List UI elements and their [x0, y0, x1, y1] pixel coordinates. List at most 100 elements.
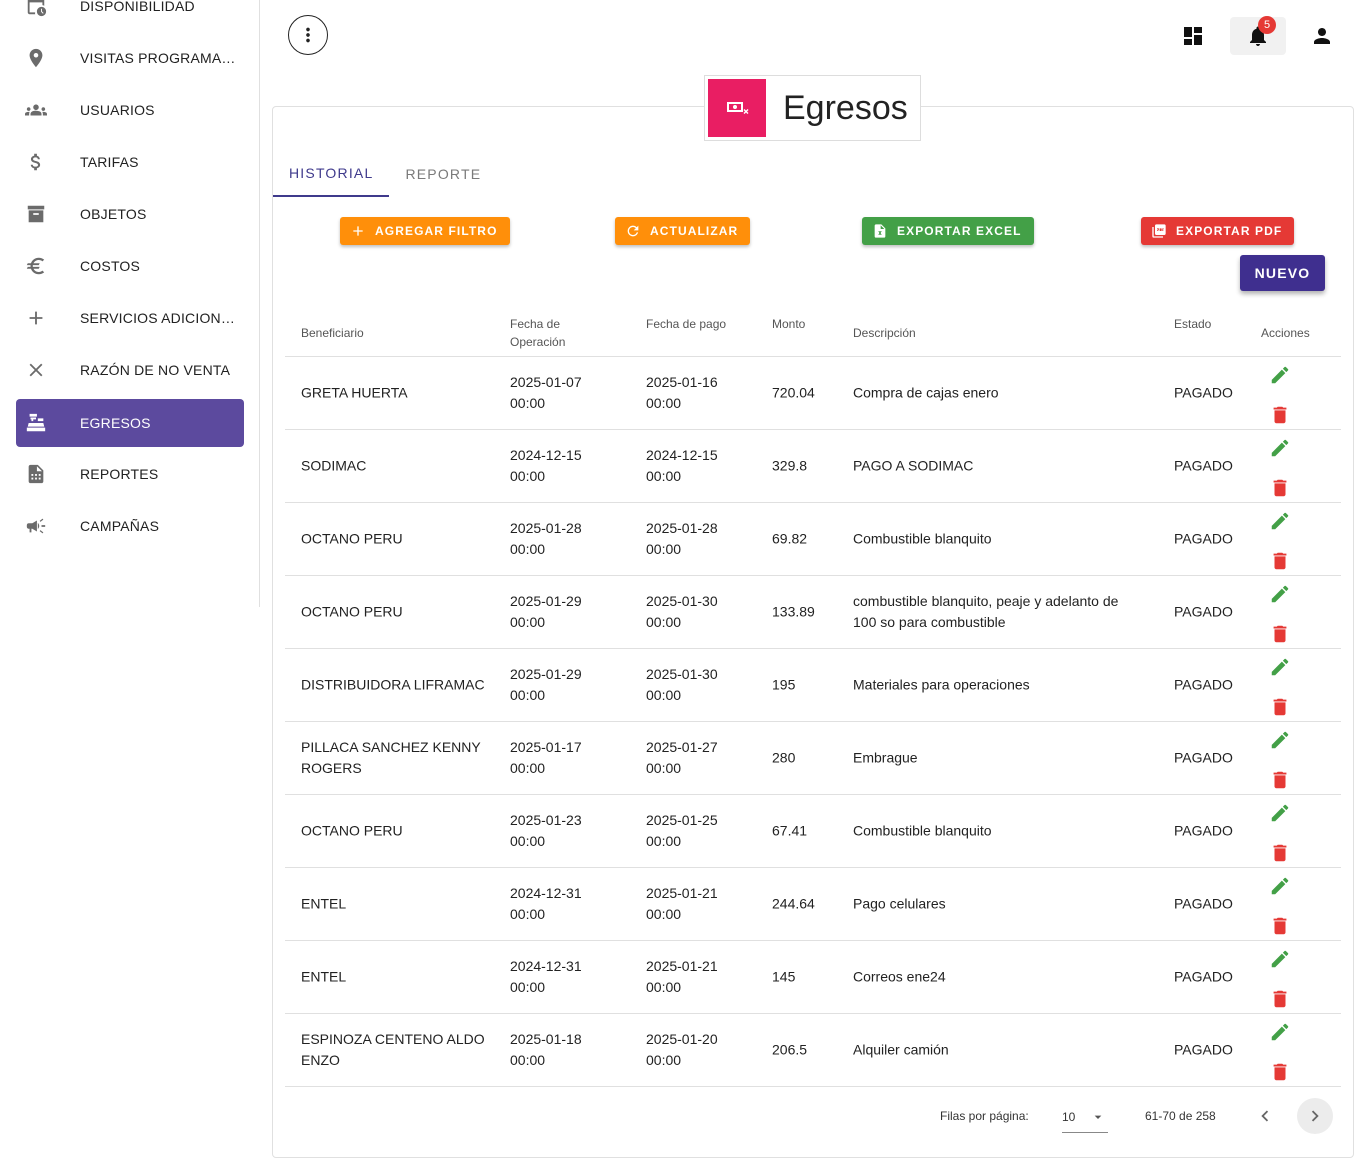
cell-fecha-operacion-line: 2025-01-29: [510, 666, 582, 682]
delete-icon[interactable]: [1269, 477, 1291, 504]
cell-beneficiario-line: ESPINOZA CENTENO ALDO: [301, 1031, 485, 1047]
delete-icon[interactable]: [1269, 988, 1291, 1015]
cell-fecha-operacion-line: 00:00: [510, 833, 546, 849]
cell-fecha-operacion-line: 2025-01-17: [510, 739, 582, 755]
cell-estado: PAGADO: [1174, 457, 1233, 474]
cell-fecha-operacion: 2025-01-29 00:00: [510, 664, 582, 706]
add-filter-button[interactable]: AGREGAR FILTRO: [340, 217, 510, 245]
next-page-button[interactable]: [1297, 1098, 1333, 1134]
edit-icon[interactable]: [1269, 875, 1291, 902]
cell-fecha-pago-line: 2025-01-16: [646, 374, 718, 390]
cell-estado: PAGADO: [1174, 530, 1233, 547]
cell-fecha-pago-line: 2025-01-28: [646, 520, 718, 536]
header-acciones: Acciones: [1261, 326, 1310, 340]
cell-descripcion: PAGO A SODIMAC: [853, 456, 973, 477]
cell-descripcion-line: Embrague: [853, 749, 918, 766]
cell-fecha-pago-line: 2024-12-15: [646, 447, 718, 463]
sidebar-item-label: USUARIOS: [80, 102, 155, 118]
delete-icon[interactable]: [1269, 550, 1291, 577]
cell-beneficiario-line: GRETA HUERTA: [301, 384, 408, 401]
cell-descripcion: Combustible blanquito: [853, 529, 992, 550]
cell-fecha-operacion: 2025-01-07 00:00: [510, 372, 582, 414]
add-filter-label: AGREGAR FILTRO: [375, 224, 498, 238]
account-button[interactable]: [1303, 17, 1341, 55]
cell-fecha-pago-line: 00:00: [646, 468, 682, 484]
cell-fecha-pago-line: 00:00: [646, 979, 682, 995]
euro-icon: [16, 255, 56, 277]
edit-icon[interactable]: [1269, 364, 1291, 391]
cell-fecha-operacion-line: 2025-01-28: [510, 520, 582, 536]
header-estado[interactable]: Estado: [1174, 315, 1211, 333]
sidebar-item-label: DISPONIBILIDAD: [80, 0, 195, 14]
edit-icon[interactable]: [1269, 1021, 1291, 1048]
cell-fecha-operacion-line: 00:00: [510, 1052, 546, 1068]
cell-descripcion-line: 100 so para combustible: [853, 614, 1006, 630]
tab-reporte[interactable]: REPORTE: [389, 150, 497, 197]
sidebar-item-usuarios[interactable]: USUARIOS: [16, 86, 244, 134]
header-beneficiario[interactable]: Beneficiario: [301, 324, 364, 342]
sidebar-item-label: RAZÓN DE NO VENTA: [80, 362, 231, 378]
delete-icon[interactable]: [1269, 696, 1291, 723]
rows-per-page-select[interactable]: 10: [1062, 1101, 1108, 1133]
edit-icon[interactable]: [1269, 510, 1291, 537]
cell-beneficiario: PILLACA SANCHEZ KENNY ROGERS: [301, 737, 481, 779]
cell-fecha-pago: 2025-01-25 00:00: [646, 810, 718, 852]
cell-beneficiario: SODIMAC: [301, 456, 366, 477]
table-row: OCTANO PERU 2025-01-28 00:00 2025-01-28 00:0…: [285, 503, 1341, 576]
cell-beneficiario: ENTEL: [301, 967, 346, 988]
sidebar-item-tarifas[interactable]: TARIFAS: [16, 138, 244, 186]
cell-estado: PAGADO: [1174, 749, 1233, 766]
header-descripcion[interactable]: Descripción: [853, 324, 916, 342]
cell-estado: PAGADO: [1174, 968, 1233, 985]
cell-fecha-pago-line: 2025-01-30: [646, 593, 718, 609]
cell-fecha-operacion-line: 2025-01-29: [510, 593, 582, 609]
cell-fecha-pago-line: 2025-01-21: [646, 958, 718, 974]
cell-monto: 720.04: [772, 384, 815, 401]
cell-descripcion-line: Compra de cajas enero: [853, 384, 999, 401]
export-pdf-button[interactable]: EXPORTAR PDF: [1141, 217, 1295, 245]
notifications-button[interactable]: 5: [1230, 16, 1286, 55]
sidebar-item-razon-no-venta[interactable]: RAZÓN DE NO VENTA: [16, 346, 244, 394]
report-icon: [16, 463, 56, 485]
tab-historial[interactable]: HISTORIAL: [273, 150, 390, 197]
header-fecha-pago[interactable]: Fecha de pago: [646, 315, 726, 333]
sidebar-item-reportes[interactable]: REPORTES: [16, 450, 244, 498]
new-button[interactable]: NUEVO: [1240, 255, 1325, 291]
notification-badge: 5: [1258, 16, 1276, 34]
edit-icon[interactable]: [1269, 729, 1291, 756]
cell-descripcion-line: Materiales para operaciones: [853, 676, 1030, 693]
sidebar-item-objetos[interactable]: OBJETOS: [16, 190, 244, 238]
delete-icon[interactable]: [1269, 404, 1291, 431]
header-fecha-operacion[interactable]: Fecha de Operación: [510, 315, 565, 351]
edit-icon[interactable]: [1269, 437, 1291, 464]
cell-descripcion: Combustible blanquito: [853, 821, 992, 842]
edit-icon[interactable]: [1269, 948, 1291, 975]
table-row: ESPINOZA CENTENO ALDO ENZO 2025-01-18 00:00…: [285, 1014, 1341, 1087]
delete-icon[interactable]: [1269, 842, 1291, 869]
close-icon: [16, 359, 56, 381]
sidebar-item-costos[interactable]: COSTOS: [16, 242, 244, 290]
row-actions: [1269, 364, 1291, 431]
sidebar-item-egresos[interactable]: EGRESOS: [16, 399, 244, 447]
prev-page-button[interactable]: [1247, 1098, 1283, 1134]
edit-icon[interactable]: [1269, 656, 1291, 683]
refresh-button[interactable]: ACTUALIZAR: [615, 217, 751, 245]
delete-icon[interactable]: [1269, 623, 1291, 650]
sidebar-item-disponibilidad[interactable]: DISPONIBILIDAD: [16, 0, 244, 30]
delete-icon[interactable]: [1269, 769, 1291, 796]
sidebar-item-servicios-adicionales[interactable]: SERVICIOS ADICIONALES: [16, 294, 244, 342]
header-monto[interactable]: Monto: [772, 315, 805, 333]
more-menu-button[interactable]: [288, 15, 328, 55]
sidebar-item-campanas[interactable]: CAMPAÑAS: [16, 502, 244, 550]
edit-icon[interactable]: [1269, 583, 1291, 610]
delete-icon[interactable]: [1269, 1061, 1291, 1088]
cell-fecha-operacion: 2025-01-28 00:00: [510, 518, 582, 560]
sidebar-item-visitas-programadas[interactable]: VISITAS PROGRAMADAS: [16, 34, 244, 82]
export-excel-button[interactable]: EXPORTAR EXCEL: [862, 217, 1034, 245]
sidebar-item-label: EGRESOS: [80, 415, 151, 431]
delete-icon[interactable]: [1269, 915, 1291, 942]
dashboard-button[interactable]: [1174, 17, 1212, 55]
export-pdf-label: EXPORTAR PDF: [1176, 224, 1283, 238]
edit-icon[interactable]: [1269, 802, 1291, 829]
cell-estado: PAGADO: [1174, 676, 1233, 693]
